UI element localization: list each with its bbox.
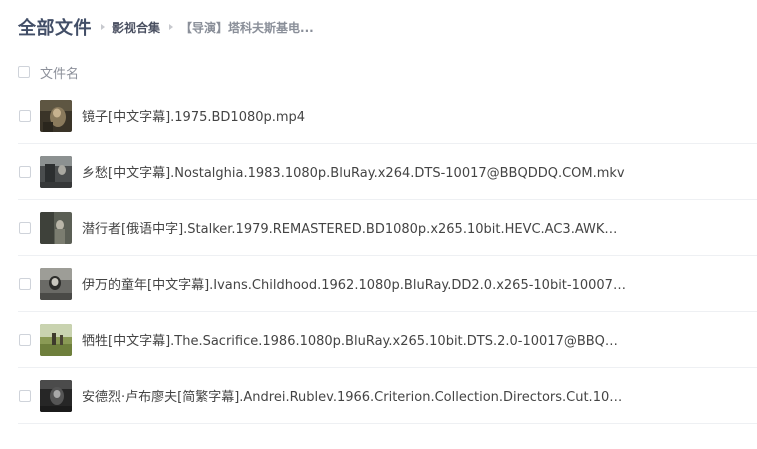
file-name[interactable]: 镜子[中文字幕].1975.BD1080p.mp4 [82, 106, 305, 125]
column-header-filename[interactable]: 文件名 [40, 63, 79, 82]
breadcrumb: 全部文件 影视合集 【导演】塔科夫斯基电... [18, 14, 314, 40]
file-row[interactable]: 乡愁[中文字幕].Nostalghia.1983.1080p.BluRay.x2… [18, 144, 757, 200]
video-thumbnail[interactable] [40, 155, 72, 188]
breadcrumb-current-folder: 【导演】塔科夫斯基电... [180, 20, 314, 35]
file-name[interactable]: 潜行者[俄语中字].Stalker.1979.REMASTERED.BD1080… [82, 218, 627, 237]
file-list-header: 文件名 [18, 59, 757, 85]
file-list: 镜子[中文字幕].1975.BD1080p.mp4 乡愁[中文字幕].Nosta… [18, 88, 757, 424]
video-thumbnail[interactable] [40, 323, 72, 356]
file-browser: 全部文件 影视合集 【导演】塔科夫斯基电... 文件名 镜子[中文字幕].197… [0, 0, 757, 449]
file-row[interactable]: 潜行者[俄语中字].Stalker.1979.REMASTERED.BD1080… [18, 200, 757, 256]
row-checkbox[interactable] [19, 389, 31, 402]
row-checkbox[interactable] [19, 109, 31, 122]
file-row[interactable]: 镜子[中文字幕].1975.BD1080p.mp4 [18, 88, 757, 144]
select-all-checkbox[interactable] [18, 66, 30, 78]
file-row[interactable]: 牺牲[中文字幕].The.Sacrifice.1986.1080p.BluRay… [18, 312, 757, 368]
breadcrumb-separator-icon [101, 24, 105, 30]
video-thumbnail[interactable] [40, 379, 72, 412]
file-row[interactable]: 安德烈·卢布廖夫[简繁字幕].Andrei.Rublev.1966.Criter… [18, 368, 757, 424]
file-name[interactable]: 乡愁[中文字幕].Nostalghia.1983.1080p.BluRay.x2… [82, 162, 625, 181]
file-row[interactable]: 伊万的童年[中文字幕].Ivans.Childhood.1962.1080p.B… [18, 256, 757, 312]
row-checkbox[interactable] [19, 333, 31, 346]
row-checkbox[interactable] [19, 221, 31, 234]
file-name[interactable]: 伊万的童年[中文字幕].Ivans.Childhood.1962.1080p.B… [82, 274, 627, 293]
file-name[interactable]: 牺牲[中文字幕].The.Sacrifice.1986.1080p.BluRay… [82, 330, 627, 349]
row-checkbox[interactable] [19, 165, 31, 178]
video-thumbnail[interactable] [40, 99, 72, 132]
breadcrumb-folder[interactable]: 影视合集 [112, 19, 160, 36]
video-thumbnail[interactable] [40, 211, 72, 244]
file-name[interactable]: 安德烈·卢布廖夫[简繁字幕].Andrei.Rublev.1966.Criter… [82, 386, 627, 405]
row-checkbox[interactable] [19, 277, 31, 290]
breadcrumb-all-files[interactable]: 全部文件 [18, 14, 92, 40]
breadcrumb-separator-icon [169, 24, 174, 30]
video-thumbnail[interactable] [40, 267, 72, 300]
